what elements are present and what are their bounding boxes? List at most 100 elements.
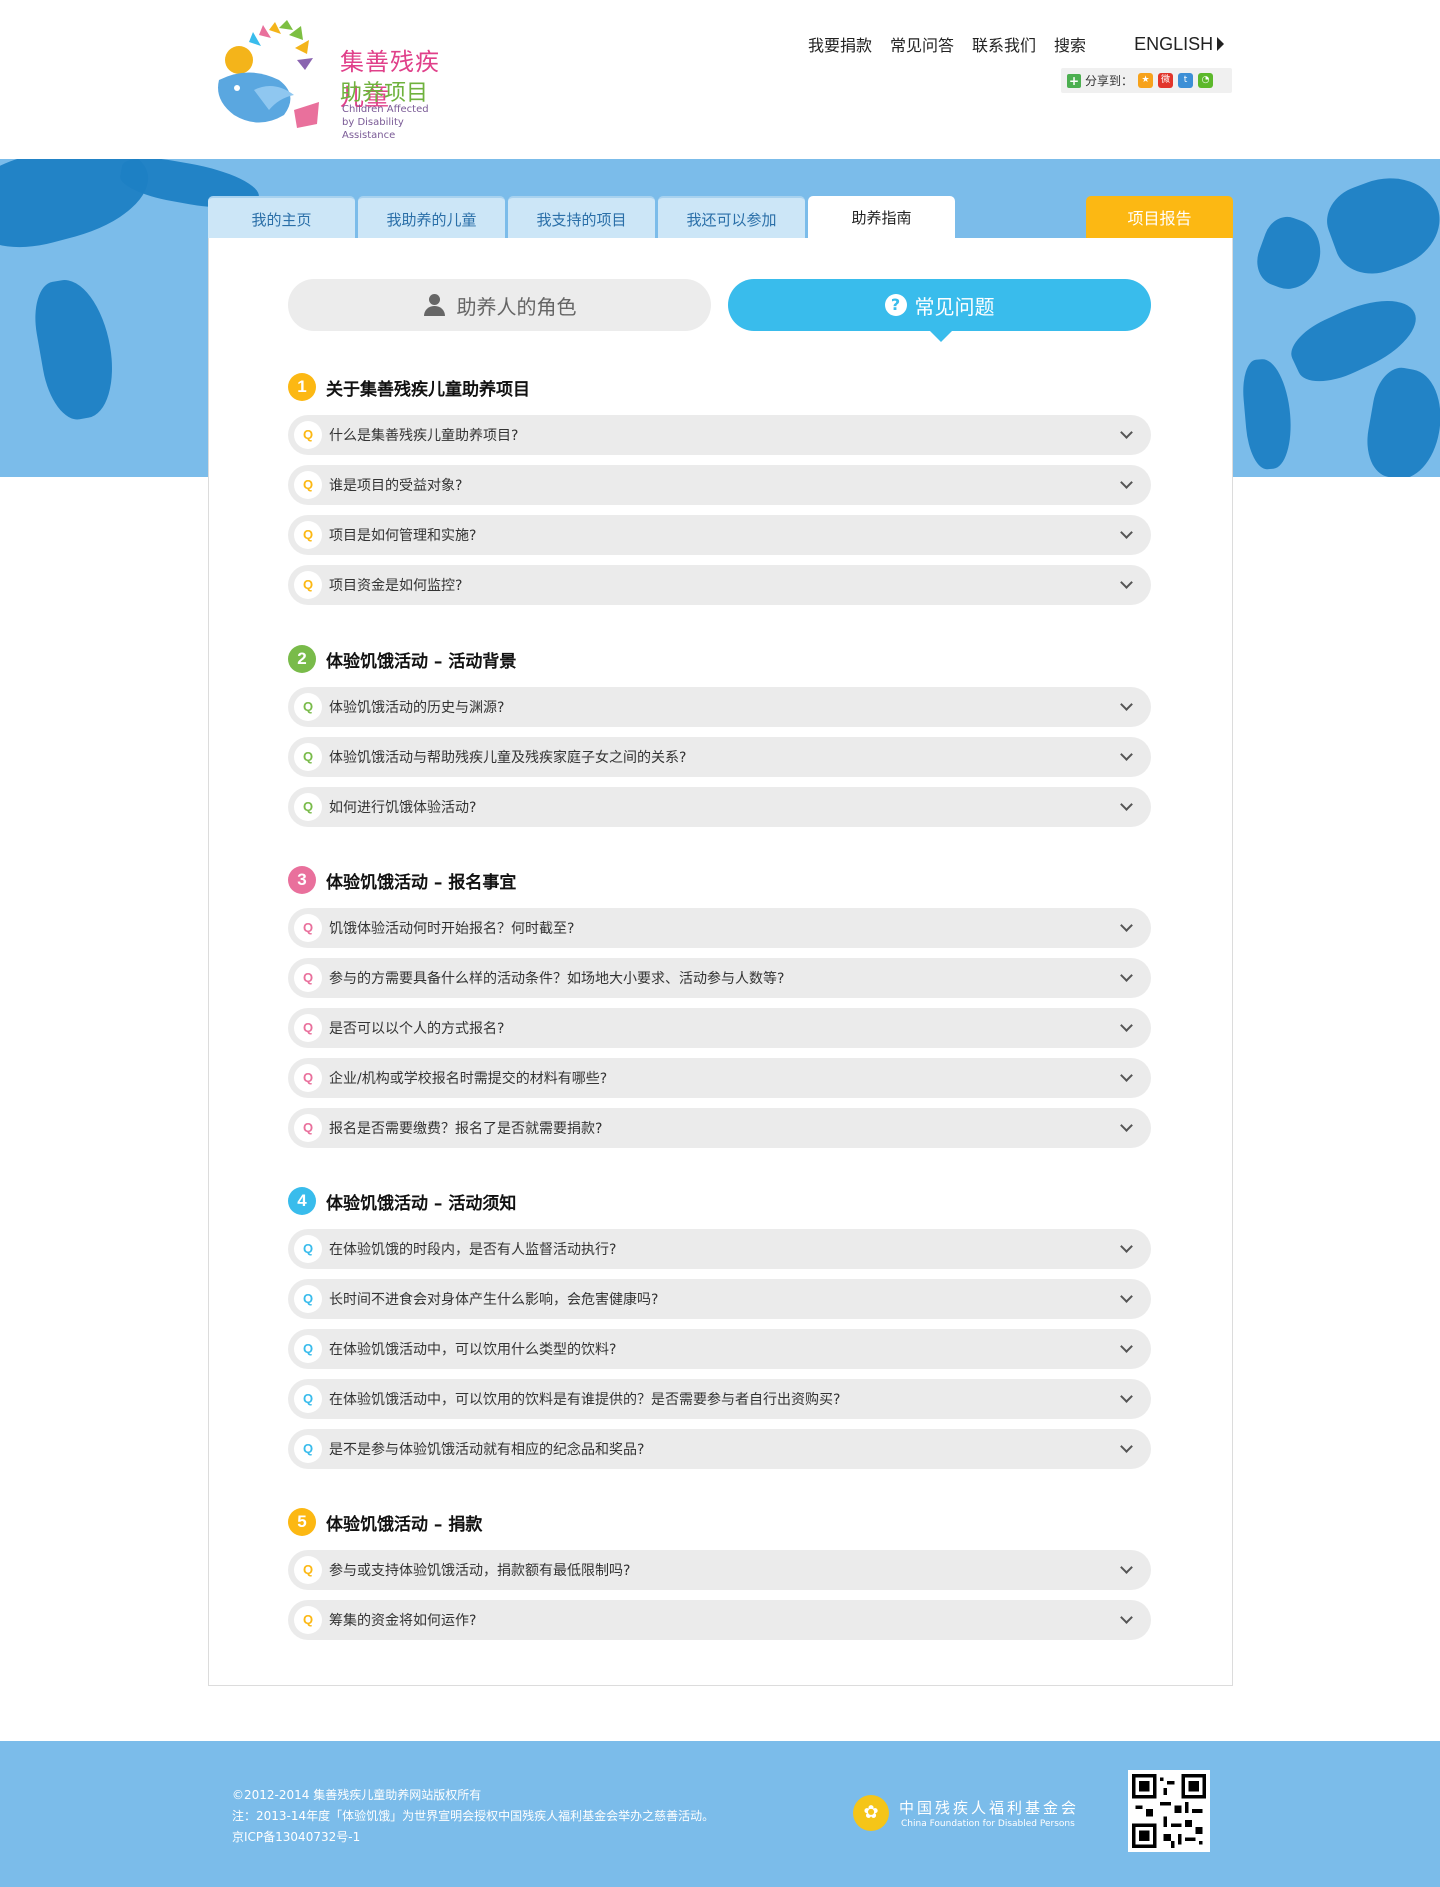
cfdp-logo[interactable]: ✿ 中国残疾人福利基金会 China Foundation for Disabl… (853, 1795, 1093, 1835)
chevron-down-icon[interactable] (1120, 476, 1133, 489)
chevron-down-icon[interactable] (1120, 576, 1133, 589)
faq-question-text: 在体验饥饿的时段内，是否有人监督活动执行? (329, 1242, 617, 1258)
logo-english-text: Children Affected by Disability Assistan… (342, 103, 459, 142)
faq-question-row[interactable]: Q 在体验饥饿活动中，可以饮用的饮料是有谁提供的？是否需要参与者自行出资购买? (288, 1379, 1151, 1419)
faq-question-row[interactable]: Q 饥饿体验活动何时开始报名？何时截至? (288, 908, 1151, 948)
faq-question-text: 是不是参与体验饥饿活动就有相应的纪念品和奖品? (329, 1442, 645, 1458)
triangle-right-icon (1217, 37, 1225, 51)
faq-question-row[interactable]: Q 长时间不进食会对身体产生什么影响，会危害健康吗? (288, 1279, 1151, 1319)
q-badge-icon: Q (294, 743, 322, 771)
tab-guide[interactable]: 助养指南 (808, 196, 955, 239)
chevron-down-icon[interactable] (1120, 1340, 1133, 1353)
faq-question-text: 是否可以以个人的方式报名? (329, 1021, 505, 1037)
faq-section: 2 体验饥饿活动 – 活动背景 Q 体验饥饿活动的历史与渊源? Q 体验饥饿活动与帮助残疾… (288, 644, 1151, 827)
q-badge-icon: Q (294, 471, 322, 499)
qr-code (1128, 1770, 1210, 1852)
weibo-share-icon[interactable]: 微 (1158, 73, 1174, 88)
chevron-down-icon[interactable] (1120, 969, 1133, 982)
qzone-share-icon[interactable]: ★ (1138, 73, 1154, 88)
faq-question-row[interactable]: Q 是不是参与体验饥饿活动就有相应的纪念品和奖品? (288, 1429, 1151, 1469)
faq-section: 5 体验饥饿活动 – 捐款 Q 参与或支持体验饥饿活动，捐款额有最低限制吗? Q 筹集的资… (288, 1507, 1151, 1640)
faq-question-text: 在体验饥饿活动中，可以饮用什么类型的饮料? (329, 1342, 617, 1358)
chevron-down-icon[interactable] (1120, 748, 1133, 761)
faq-section: 4 体验饥饿活动 – 活动须知 Q 在体验饥饿的时段内，是否有人监督活动执行? Q 长时间… (288, 1186, 1151, 1469)
tab-my-home[interactable]: 我的主页 (208, 196, 355, 239)
footer-copyright: ©2012-2014 集善残疾儿童助养网站版权所有 (232, 1788, 482, 1802)
tab-my-projects[interactable]: 我支持的项目 (508, 196, 655, 239)
section-tabs: 我的主页 我助养的儿童 我支持的项目 我还可以参加 助养指南 项目报告 (208, 196, 1233, 239)
tencent-weibo-share-icon[interactable]: t (1178, 73, 1194, 88)
section-number-badge: 1 (288, 373, 316, 401)
faq-question-row[interactable]: Q 项目资金是如何监控? (288, 565, 1151, 605)
faq-section-heading: 2 体验饥饿活动 – 活动背景 (288, 644, 1151, 674)
faq-question-row[interactable]: Q 在体验饥饿的时段内，是否有人监督活动执行? (288, 1229, 1151, 1269)
wechat-share-icon[interactable]: ◔ (1198, 73, 1214, 88)
faq-question-row[interactable]: Q 谁是项目的受益对象? (288, 465, 1151, 505)
faq-question-row[interactable]: Q 如何进行饥饿体验活动? (288, 787, 1151, 827)
chevron-down-icon[interactable] (1120, 1119, 1133, 1132)
nav-donate[interactable]: 我要捐款 (808, 32, 872, 56)
chevron-down-icon[interactable] (1120, 698, 1133, 711)
section-title: 体验饥饿活动 – 捐款 (326, 1514, 483, 1535)
chevron-down-icon[interactable] (1120, 1019, 1133, 1032)
banner-splash-shape (1240, 357, 1295, 471)
faq-question-text: 项目资金是如何监控? (329, 578, 463, 594)
section-title: 体验饥饿活动 – 活动背景 (326, 651, 517, 672)
chevron-down-icon[interactable] (1120, 919, 1133, 932)
faq-question-text: 饥饿体验活动何时开始报名？何时截至? (329, 921, 575, 937)
section-number-badge: 4 (288, 1187, 316, 1215)
faq-question-row[interactable]: Q 在体验饥饿活动中，可以饮用什么类型的饮料? (288, 1329, 1151, 1369)
chevron-down-icon[interactable] (1120, 1611, 1133, 1624)
chevron-down-icon[interactable] (1120, 1069, 1133, 1082)
chevron-down-icon[interactable] (1120, 1561, 1133, 1574)
faq-question-row[interactable]: Q 参与或支持体验饥饿活动，捐款额有最低限制吗? (288, 1550, 1151, 1590)
section-title: 关于集善残疾儿童助养项目 (326, 379, 530, 400)
toggle-faq-label: 常见问题 (914, 294, 995, 319)
faq-section: 1 关于集善残疾儿童助养项目 Q 什么是集善残疾儿童助养项目? Q 谁是项目的受益对象? Q… (288, 372, 1151, 605)
plus-icon[interactable]: + (1067, 73, 1081, 88)
section-number-badge: 3 (288, 866, 316, 894)
chevron-down-icon[interactable] (1120, 1390, 1133, 1403)
tab-project-report[interactable]: 项目报告 (1086, 196, 1233, 239)
chevron-down-icon[interactable] (1120, 1240, 1133, 1253)
nav-contact[interactable]: 联系我们 (972, 32, 1036, 56)
faq-question-row[interactable]: Q 企业/机构或学校报名时需提交的材料有哪些? (288, 1058, 1151, 1098)
chevron-down-icon[interactable] (1120, 526, 1133, 539)
faq-question-row[interactable]: Q 是否可以以个人的方式报名? (288, 1008, 1151, 1048)
footer-text: ©2012-2014 集善残疾儿童助养网站版权所有 注：2013-14年度「体验… (232, 1785, 714, 1848)
chevron-down-icon[interactable] (1120, 1290, 1133, 1303)
footer-icp-link[interactable]: 京ICP备13040732号-1 (232, 1827, 714, 1848)
faq-question-row[interactable]: Q 体验饥饿活动与帮助残疾儿童及残疾家庭子女之间的关系? (288, 737, 1151, 777)
faq-section-heading: 5 体验饥饿活动 – 捐款 (288, 1507, 1151, 1537)
faq-question-row[interactable]: Q 项目是如何管理和实施? (288, 515, 1151, 555)
q-badge-icon: Q (294, 1385, 322, 1413)
faq-question-row[interactable]: Q 体验饥饿活动的历史与渊源? (288, 687, 1151, 727)
faq-question-text: 企业/机构或学校报名时需提交的材料有哪些? (329, 1071, 608, 1087)
qr-code-icon (1132, 1774, 1206, 1848)
nav-faq[interactable]: 常见问答 (890, 32, 954, 56)
chevron-down-icon[interactable] (1120, 798, 1133, 811)
faq-question-row[interactable]: Q 什么是集善残疾儿童助养项目? (288, 415, 1151, 455)
tab-can-join[interactable]: 我还可以参加 (658, 196, 805, 239)
q-badge-icon: Q (294, 693, 322, 721)
faq-question-row[interactable]: Q 报名是否需要缴费？报名了是否就需要捐款? (288, 1108, 1151, 1148)
footer-org-cn: 中国残疾人福利基金会 (899, 1799, 1080, 1817)
chevron-down-icon[interactable] (1120, 426, 1133, 439)
faq-question-row[interactable]: Q 筹集的资金将如何运作? (288, 1600, 1151, 1640)
faq-question-text: 什么是集善残疾儿童助养项目? (329, 428, 519, 444)
toggle-roles-label: 助养人的角色 (456, 294, 577, 319)
share-bar: + 分享到： ★ 微 t ◔ (1061, 68, 1232, 93)
toggle-faq[interactable]: ? 常见问题 (728, 279, 1151, 331)
faq-question-row[interactable]: Q 参与的方需要具备什么样的活动条件？如场地大小要求、活动参与人数等? (288, 958, 1151, 998)
toggle-sponsor-roles[interactable]: 助养人的角色 (288, 279, 711, 331)
chevron-down-icon[interactable] (1120, 1440, 1133, 1453)
language-switch-english[interactable]: ENGLISH (1134, 32, 1225, 56)
site-logo[interactable]: 集善残疾儿童 助养项目 Children Affected by Disabil… (209, 20, 459, 142)
english-label: ENGLISH (1134, 33, 1214, 54)
q-badge-icon: Q (294, 1556, 322, 1584)
nav-search[interactable]: 搜索 (1054, 32, 1086, 56)
tab-my-children[interactable]: 我助养的儿童 (358, 196, 505, 239)
section-number-badge: 5 (288, 1508, 316, 1536)
share-label: 分享到： (1085, 74, 1134, 88)
footer-note: 注：2013-14年度「体验饥饿」为世界宣明会授权中国残疾人福利基金会举办之慈善… (232, 1809, 715, 1823)
